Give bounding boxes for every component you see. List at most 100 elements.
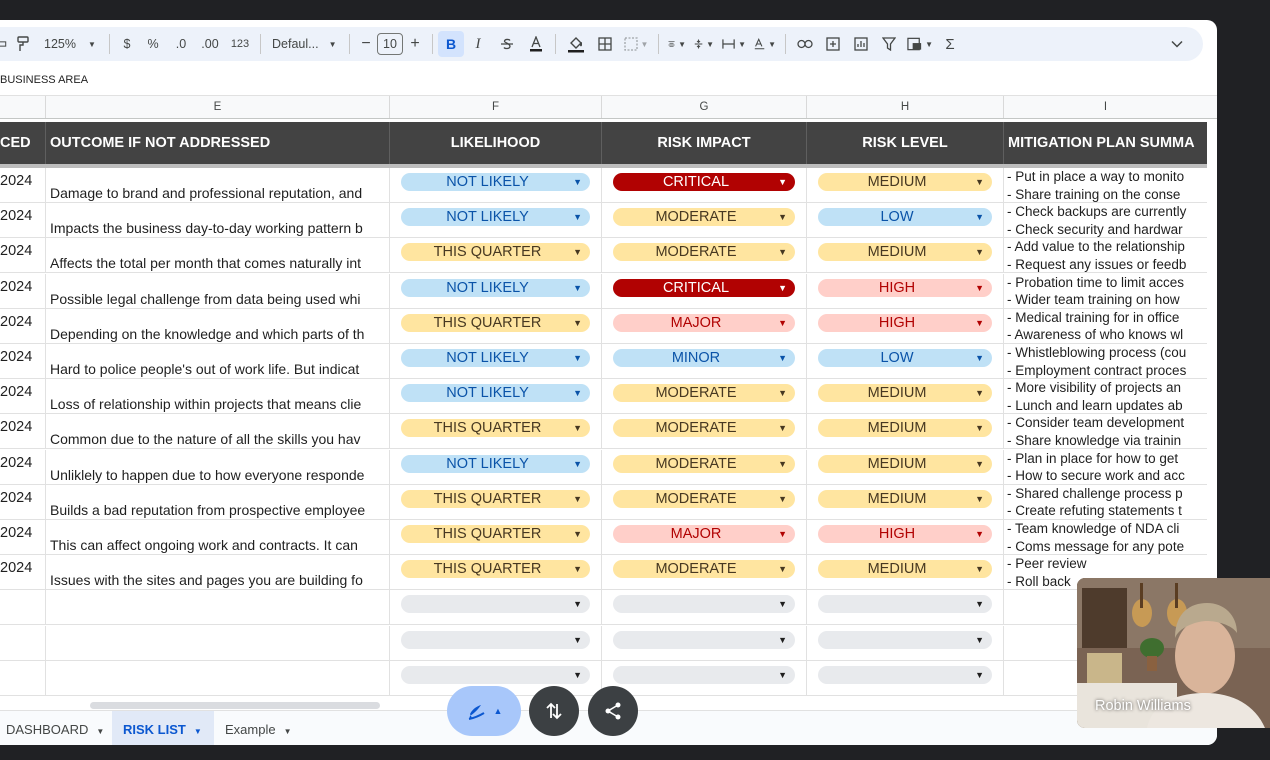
column-header-e[interactable]: E [46,96,390,118]
likelihood-dropdown[interactable]: THIS QUARTER ▼ [401,313,590,332]
print-icon[interactable] [0,31,10,57]
likelihood-dropdown[interactable]: THIS QUARTER ▼ [401,489,590,508]
mitigation-cell[interactable]: - Put in place a way to monito - Share tr… [1004,168,1207,202]
likelihood-dropdown[interactable]: THIS QUARTER ▼ [401,243,590,262]
risk-level-dropdown[interactable]: MEDIUM ▼ [818,489,992,508]
date-cell[interactable]: 2024 [0,449,46,484]
merge-cells-icon[interactable]: ▼ [619,31,653,57]
date-cell[interactable]: 2024 [0,308,46,343]
mitigation-cell[interactable]: - Consider team development - Share knowl… [1004,414,1207,448]
outcome-cell[interactable]: Common due to the nature of all the skil… [46,414,390,449]
likelihood-dropdown[interactable]: NOT LIKELY ▼ [401,173,590,191]
decrease-decimal-button[interactable]: .0 [167,31,195,57]
font-select[interactable]: Defaul... ▼ [266,31,344,57]
outcome-cell[interactable]: This can affect ongoing work and contrac… [46,520,390,554]
likelihood-cell[interactable]: NOT LIKELY ▼ [390,344,602,378]
date-cell[interactable]: 2024 [0,379,46,414]
risk-level-cell[interactable]: MEDIUM ▼ [807,379,1004,414]
header-cell-risk-impact[interactable]: RISK IMPACT [602,122,807,164]
risk-level-cell[interactable]: MEDIUM ▼ [807,484,1004,519]
likelihood-dropdown[interactable]: NOT LIKELY ▼ [401,278,590,297]
risk-level-dropdown[interactable]: HIGH ▼ [818,525,992,543]
outcome-cell[interactable]: Unliklely to happen due to how everyone … [46,449,390,484]
date-cell[interactable]: 2024 [0,520,46,554]
risk-impact-dropdown[interactable]: MAJOR ▼ [613,313,795,332]
risk-level-cell[interactable]: LOW ▼ [807,203,1004,238]
risk-level-cell[interactable]: LOW ▼ [807,344,1004,378]
date-cell[interactable]: 2024 [0,555,46,590]
likelihood-cell[interactable]: NOT LIKELY ▼ [390,273,602,308]
risk-impact-dropdown[interactable]: MODERATE ▼ [613,454,795,473]
likelihood-cell[interactable]: THIS QUARTER ▼ [390,414,602,449]
outcome-cell[interactable]: Loss of relationship within projects tha… [46,379,390,414]
likelihood-cell[interactable]: THIS QUARTER ▼ [390,308,602,343]
risk-impact-cell[interactable]: MODERATE ▼ [602,203,807,238]
increase-font-size-button[interactable]: + [403,31,427,57]
risk-level-cell[interactable]: HIGH ▼ [807,308,1004,343]
filter-views-icon[interactable]: ▼ [903,31,937,57]
header-cell-likelihood[interactable]: LIKELIHOOD [390,122,602,164]
likelihood-dropdown[interactable]: THIS QUARTER ▼ [401,419,590,438]
mitigation-cell[interactable]: - More visibility of projects an - Lunch … [1004,379,1207,413]
risk-impact-cell[interactable]: ▼ [602,590,807,625]
date-cell[interactable]: 2024 [0,344,46,378]
likelihood-cell[interactable]: THIS QUARTER ▼ [390,238,602,273]
tab-risk-list[interactable]: RISK LIST ▼ [112,711,214,745]
risk-impact-cell[interactable]: MODERATE ▼ [602,414,807,449]
functions-button[interactable]: Σ [937,31,963,57]
outcome-cell[interactable] [46,660,390,695]
italic-button[interactable]: I [464,31,492,57]
date-cell[interactable] [0,625,46,660]
outcome-cell[interactable]: Depending on the knowledge and which par… [46,308,390,343]
risk-level-cell[interactable]: MEDIUM ▼ [807,555,1004,590]
risk-impact-dropdown[interactable]: MODERATE ▼ [613,208,795,227]
percent-format-button[interactable]: % [139,31,167,57]
share-button[interactable] [588,686,638,736]
risk-impact-dropdown[interactable]: MINOR ▼ [613,349,795,367]
risk-level-dropdown[interactable]: LOW ▼ [818,208,992,227]
likelihood-cell[interactable]: NOT LIKELY ▼ [390,379,602,414]
risk-impact-cell[interactable]: CRITICAL ▼ [602,168,807,202]
zoom-select[interactable]: 125% ▼ [36,31,104,57]
date-cell[interactable]: 2024 [0,168,46,202]
header-cell-d[interactable]: CED [0,122,46,164]
likelihood-dropdown[interactable]: ▼ [401,595,590,614]
mitigation-cell[interactable]: - Plan in place for how to get - How to s… [1004,450,1207,484]
bold-button[interactable]: B [438,31,464,57]
likelihood-cell[interactable]: THIS QUARTER ▼ [390,520,602,554]
fill-color-icon[interactable] [561,31,591,57]
mitigation-cell[interactable]: - Whistleblowing process (cou - Employmen… [1004,344,1207,378]
risk-level-dropdown[interactable]: HIGH ▼ [818,313,992,332]
likelihood-cell[interactable]: NOT LIKELY ▼ [390,203,602,238]
tab-example[interactable]: Example ▼ [219,711,298,745]
paint-format-icon[interactable] [10,31,36,57]
likelihood-dropdown[interactable]: NOT LIKELY ▼ [401,384,590,403]
risk-impact-dropdown[interactable]: CRITICAL ▼ [613,173,795,191]
risk-level-dropdown[interactable]: ▼ [818,595,992,614]
likelihood-dropdown[interactable]: THIS QUARTER ▼ [401,560,590,579]
risk-level-dropdown[interactable]: ▼ [818,665,992,684]
likelihood-cell[interactable]: ▼ [390,590,602,625]
decrease-font-size-button[interactable]: − [355,31,377,57]
risk-level-cell[interactable]: MEDIUM ▼ [807,414,1004,449]
video-participant-tile[interactable]: Robin Williams [1077,578,1270,728]
header-cell-mitigation[interactable]: MITIGATION PLAN SUMMA [1004,122,1207,164]
risk-level-dropdown[interactable]: HIGH ▼ [818,278,992,297]
risk-impact-cell[interactable]: MODERATE ▼ [602,449,807,484]
filter-icon[interactable] [875,31,903,57]
increase-decimal-button[interactable]: .00 [195,31,225,57]
column-header-d[interactable] [0,96,46,118]
swap-button[interactable] [529,686,579,736]
likelihood-cell[interactable]: ▼ [390,625,602,660]
text-wrapping-icon[interactable]: ▼ [718,31,750,57]
mitigation-cell[interactable]: - Medical training for in office - Awaren… [1004,309,1207,343]
outcome-cell[interactable]: Builds a bad reputation from prospective… [46,484,390,519]
risk-level-cell[interactable]: HIGH ▼ [807,273,1004,308]
risk-level-dropdown[interactable]: MEDIUM ▼ [818,384,992,403]
font-size-input[interactable]: 10 [377,33,403,55]
date-cell[interactable] [0,590,46,625]
outcome-cell[interactable]: Damage to brand and professional reputat… [46,168,390,202]
risk-impact-dropdown[interactable]: MODERATE ▼ [613,489,795,508]
date-cell[interactable]: 2024 [0,273,46,308]
risk-impact-cell[interactable]: CRITICAL ▼ [602,273,807,308]
